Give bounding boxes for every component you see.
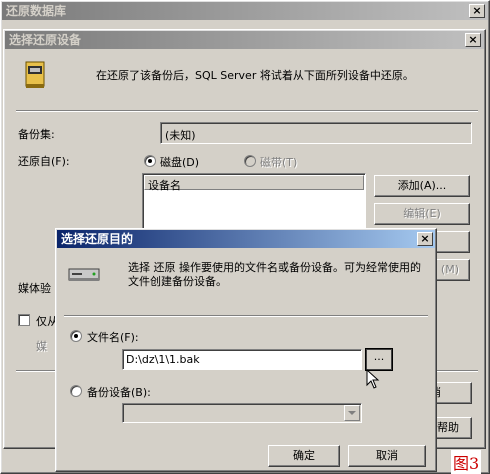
select-restore-destination-dialog: 选择还原目的 × 选择 还原 操作要使用的文件名或备份设备。可为经常使用的文件创… xyxy=(55,228,437,472)
device-dialog-separator xyxy=(16,110,478,112)
backup-set-label: 备份集: xyxy=(18,128,55,141)
mouse-cursor-icon xyxy=(366,368,380,391)
filename-radio[interactable] xyxy=(70,330,82,342)
disk-radio[interactable] xyxy=(144,155,156,167)
device-dialog-info-text: 在还原了该备份后，SQL Server 将试着从下面所列设备中还原。 xyxy=(96,69,414,82)
backup-set-value: (未知) xyxy=(165,129,196,142)
device-dialog-close-button[interactable]: × xyxy=(465,33,481,47)
backup-device-dropdown-arrow[interactable] xyxy=(344,405,360,421)
device-list-header[interactable]: 设备名 xyxy=(144,175,364,192)
media-verify-label: 媒体验 xyxy=(18,282,51,295)
restore-database-title: 还原数据库 xyxy=(6,4,67,18)
backup-device-icon xyxy=(22,60,50,90)
restore-database-titlebar: 还原数据库 xyxy=(2,2,488,20)
destination-dialog-separator xyxy=(64,315,428,317)
figure-label: 图3 xyxy=(451,450,482,474)
edit-device-button[interactable]: 编辑(E) xyxy=(374,203,470,225)
media-sub-label: 媒 xyxy=(36,340,47,353)
destination-dialog-title: 选择还原目的 xyxy=(61,232,134,246)
only-from-checkbox[interactable] xyxy=(18,314,30,326)
disk-radio-label[interactable]: 磁盘(D) xyxy=(160,154,199,170)
device-list-header-label: 设备名 xyxy=(148,179,181,192)
filename-input[interactable]: D:\dz\1\1.bak xyxy=(122,349,362,370)
tape-radio[interactable] xyxy=(244,155,256,167)
tape-radio-label[interactable]: 磁带(T) xyxy=(260,154,297,170)
backup-device-select[interactable] xyxy=(122,403,362,423)
device-dialog-title: 选择还原设备 xyxy=(9,33,82,47)
cancel-button[interactable]: 取消 xyxy=(348,445,426,467)
filename-radio-label[interactable]: 文件名(F): xyxy=(87,329,139,345)
destination-dialog-close-button[interactable]: × xyxy=(417,232,433,246)
backup-device-radio[interactable] xyxy=(70,385,82,397)
backup-set-value-box: (未知) xyxy=(160,122,472,144)
destination-info-text: 选择 还原 操作要使用的文件名或备份设备。可为经常使用的文件创建备份设备。 xyxy=(128,261,421,288)
device-dialog-titlebar: 选择还原设备 xyxy=(5,31,484,49)
browse-button[interactable]: ... xyxy=(365,348,393,371)
add-device-button[interactable]: 添加(A)... xyxy=(374,175,470,197)
device-contents-button-label: (M) xyxy=(440,263,459,276)
device-dialog-help-label: 帮助 xyxy=(437,421,459,434)
destination-dialog-titlebar: 选择还原目的 xyxy=(57,230,435,248)
ok-button[interactable]: 确定 xyxy=(268,445,340,467)
disk-drive-icon xyxy=(68,267,100,283)
filename-input-value: D:\dz\1\1.bak xyxy=(126,353,200,366)
chevron-down-icon xyxy=(348,411,356,415)
restore-database-close-button[interactable]: × xyxy=(469,4,485,18)
backup-device-radio-label[interactable]: 备份设备(B): xyxy=(87,384,151,400)
restore-from-label: 还原自(F): xyxy=(18,155,70,168)
